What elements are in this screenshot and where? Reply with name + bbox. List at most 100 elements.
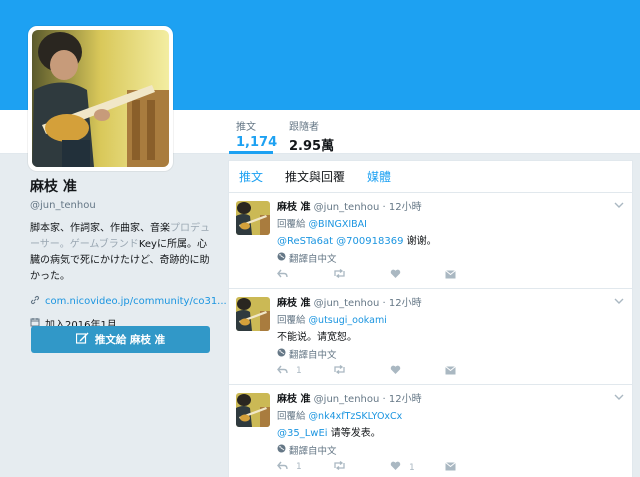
reply-icon — [277, 365, 288, 377]
link-icon — [30, 295, 40, 308]
quill-icon — [75, 332, 89, 347]
like-action[interactable]: 1 — [390, 461, 415, 474]
profile-link[interactable]: com.nicovideo.jp/community/co31... — [30, 295, 227, 308]
retweet-action[interactable] — [333, 460, 346, 473]
chevron-down-icon[interactable] — [614, 391, 624, 404]
reply-to-link[interactable]: @nk4xfTzSKLYOxCx — [309, 411, 403, 422]
stat-tweets-label: 推文 — [236, 122, 256, 133]
reply-prefix: 回覆給 — [277, 219, 306, 230]
tweet-time[interactable]: · 12小時 — [383, 298, 422, 309]
reply-to-link[interactable]: @BINGXIBAI — [309, 219, 367, 230]
profile-link-text[interactable]: com.nicovideo.jp/community/co31... — [45, 296, 227, 307]
reply-count: 1 — [296, 462, 302, 472]
globe-icon — [277, 444, 286, 456]
tab-tweets-replies[interactable]: 推文與回覆 — [285, 168, 345, 185]
reply-to-link[interactable]: @utsugi_ookami — [309, 315, 387, 326]
tweet-to-user-label: 推文給 麻枝 准 — [94, 334, 166, 346]
tweet-time[interactable]: · 12小時 — [383, 202, 422, 213]
timeline-tabs: 推文 推文與回覆 媒體 — [229, 161, 632, 193]
reply-prefix: 回覆給 — [277, 411, 306, 422]
like-action[interactable] — [390, 365, 405, 378]
dm-action[interactable] — [445, 365, 457, 378]
tweet-author-name[interactable]: 麻枝 准 — [277, 202, 310, 213]
tweet-avatar[interactable] — [236, 393, 270, 427]
tweet-actions — [277, 268, 477, 283]
chevron-down-icon[interactable] — [614, 199, 624, 212]
heart-icon — [390, 365, 401, 378]
translate-link[interactable]: 翻譯自中文 — [277, 347, 617, 361]
translate-label: 翻譯自中文 — [289, 350, 337, 361]
tweet-item[interactable]: 麻枝 准 @jun_tenhou · 12小時 回覆給 @utsugi_ooka… — [229, 289, 632, 385]
tweet-author-handle[interactable]: @jun_tenhou — [314, 394, 380, 405]
timeline: 推文 推文與回覆 媒體 麻枝 准 @jun_tenhou · 12小時 回覆給 … — [228, 160, 633, 477]
globe-icon — [277, 348, 286, 360]
reply-action[interactable] — [277, 269, 292, 281]
profile-name[interactable]: 麻枝 准 — [30, 176, 215, 196]
translate-link[interactable]: 翻譯自中文 — [277, 251, 617, 265]
like-count: 1 — [409, 462, 415, 473]
tweet-avatar[interactable] — [236, 201, 270, 235]
translate-label: 翻譯自中文 — [289, 254, 337, 265]
tweet-to-user-button[interactable]: 推文給 麻枝 准 — [31, 326, 210, 353]
active-stat-underline — [229, 151, 273, 154]
dm-icon — [445, 269, 457, 282]
tab-tweets[interactable]: 推文 — [239, 168, 263, 185]
tweet-text: @35_LwEi 请等发表。 — [277, 424, 617, 439]
reply-icon — [277, 269, 288, 281]
retweet-action[interactable] — [333, 364, 346, 377]
dm-action[interactable] — [445, 461, 457, 474]
stat-followers-value: 2.95萬 — [289, 139, 335, 154]
retweet-icon — [333, 268, 346, 281]
bio-part-1: 脚本家、作詞家、作曲家、音楽 — [30, 223, 170, 234]
stat-tweets-value: 1,174 — [236, 135, 278, 150]
tweet-body: 请等发表。 — [327, 428, 381, 439]
tweet-actions: 1 — [277, 364, 477, 379]
tweet-reply-line: 回覆給 @utsugi_ookami — [277, 312, 617, 326]
tweet-author-name[interactable]: 麻枝 准 — [277, 394, 310, 405]
reply-prefix: 回覆給 — [277, 315, 306, 326]
translate-link[interactable]: 翻譯自中文 — [277, 443, 617, 457]
tweet-actions: 1 1 — [277, 460, 477, 475]
translate-label: 翻譯自中文 — [289, 446, 337, 457]
reply-action[interactable]: 1 — [277, 461, 302, 473]
dm-icon — [445, 365, 457, 378]
bio-part-4: 奇跡的に — [159, 255, 200, 266]
tweet-body: 谢谢。 — [403, 236, 437, 247]
profile-avatar[interactable] — [28, 26, 173, 171]
stat-followers-label: 跟隨者 — [289, 122, 319, 133]
reply-action[interactable]: 1 — [277, 365, 302, 377]
profile-card: 麻枝 准 @jun_tenhou 脚本家、作詞家、作曲家、音楽プロデューサー。ゲ… — [30, 176, 227, 331]
dm-action[interactable] — [445, 269, 457, 282]
stat-followers[interactable]: 跟隨者 2.95萬 — [289, 118, 334, 154]
like-action[interactable] — [390, 269, 405, 282]
heart-icon — [390, 461, 401, 474]
profile-bio: 脚本家、作詞家、作曲家、音楽プロデューサー。ゲームブランドKeyに所属。心臓の病… — [30, 221, 212, 285]
chevron-down-icon[interactable] — [614, 295, 624, 308]
retweet-action[interactable] — [333, 268, 346, 281]
tweet-body: 不能说。请宽恕。 — [277, 332, 357, 343]
tweet-author-name[interactable]: 麻枝 准 — [277, 298, 310, 309]
tweet-text: 不能说。请宽恕。 — [277, 328, 617, 343]
retweet-icon — [333, 364, 346, 377]
reply-count: 1 — [296, 366, 302, 376]
reply-icon — [277, 461, 288, 473]
tweet-author-handle[interactable]: @jun_tenhou — [314, 202, 380, 213]
tweet-avatar[interactable] — [236, 297, 270, 331]
tweet-reply-line: 回覆給 @nk4xfTzSKLYOxCx — [277, 408, 617, 422]
tweet-text: @ReSTa6at @700918369 谢谢。 — [277, 232, 617, 247]
globe-icon — [277, 252, 286, 264]
profile-handle[interactable]: @jun_tenhou — [30, 200, 215, 211]
avatar-photo — [32, 30, 169, 167]
tweet-item[interactable]: 麻枝 准 @jun_tenhou · 12小時 回覆給 @BINGXIBAI @… — [229, 193, 632, 289]
tweet-author-handle[interactable]: @jun_tenhou — [314, 298, 380, 309]
tweet-reply-line: 回覆給 @BINGXIBAI — [277, 216, 617, 230]
tweet-time[interactable]: · 12小時 — [383, 394, 422, 405]
tweet-mentions[interactable]: @35_LwEi — [277, 428, 328, 439]
retweet-icon — [333, 460, 346, 473]
stat-tweets[interactable]: 推文 1,174 — [236, 118, 277, 150]
tweet-mentions[interactable]: @ReSTa6at @700918369 — [277, 236, 403, 247]
tweet-item[interactable]: 麻枝 准 @jun_tenhou · 12小時 回覆給 @nk4xfTzSKLY… — [229, 385, 632, 477]
heart-icon — [390, 269, 401, 282]
dm-icon — [445, 461, 457, 474]
tab-media[interactable]: 媒體 — [367, 168, 391, 185]
